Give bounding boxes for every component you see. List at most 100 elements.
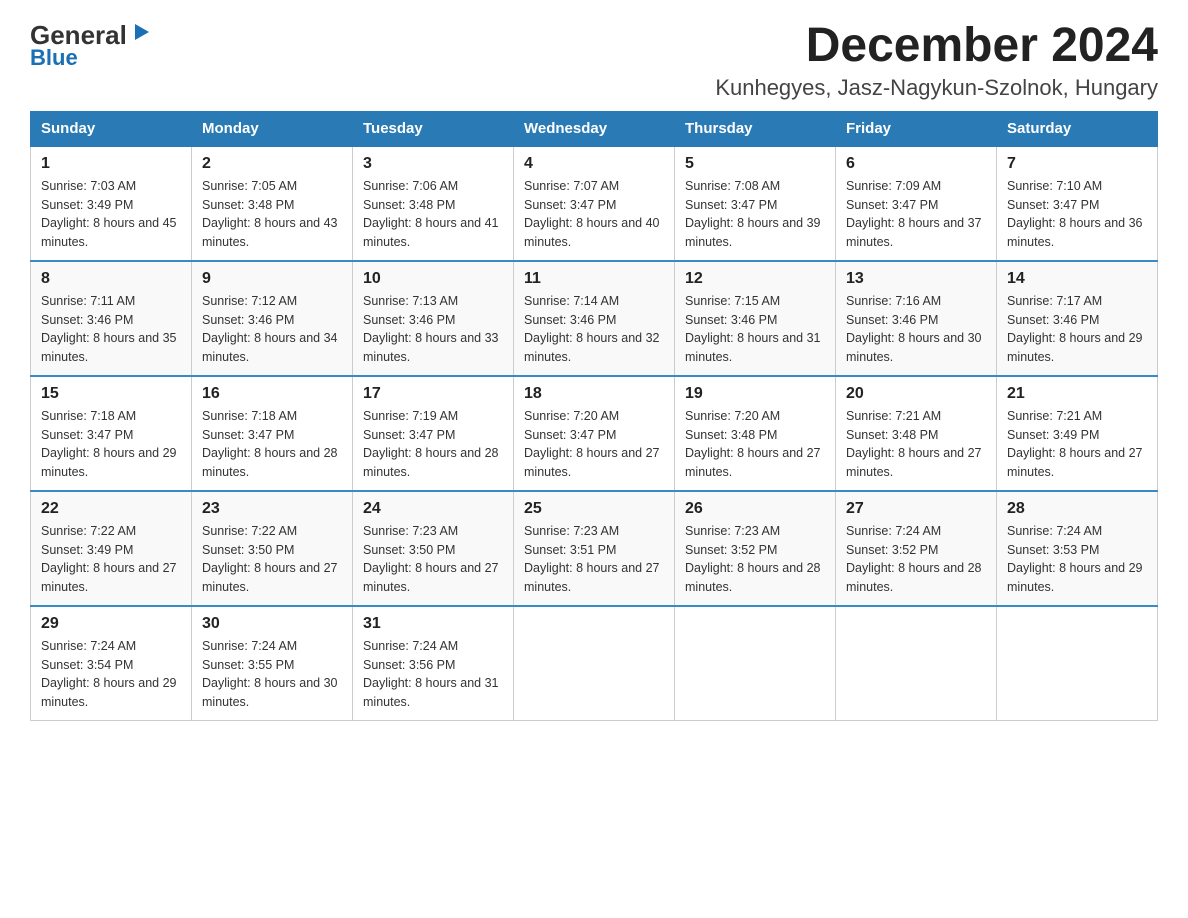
table-row: 17 Sunrise: 7:19 AMSunset: 3:47 PMDayligh… bbox=[353, 376, 514, 491]
table-row: 15 Sunrise: 7:18 AMSunset: 3:47 PMDayligh… bbox=[31, 376, 192, 491]
table-row: 21 Sunrise: 7:21 AMSunset: 3:49 PMDayligh… bbox=[997, 376, 1158, 491]
day-info: Sunrise: 7:20 AMSunset: 3:48 PMDaylight:… bbox=[685, 407, 825, 482]
day-info: Sunrise: 7:09 AMSunset: 3:47 PMDaylight:… bbox=[846, 177, 986, 252]
day-number: 2 bbox=[202, 155, 342, 173]
day-number: 21 bbox=[1007, 385, 1147, 403]
page-header: General Blue December 2024 Kunhegyes, Ja… bbox=[30, 20, 1158, 101]
day-info: Sunrise: 7:24 AMSunset: 3:54 PMDaylight:… bbox=[41, 637, 181, 712]
day-info: Sunrise: 7:18 AMSunset: 3:47 PMDaylight:… bbox=[202, 407, 342, 482]
day-info: Sunrise: 7:21 AMSunset: 3:49 PMDaylight:… bbox=[1007, 407, 1147, 482]
table-row: 5 Sunrise: 7:08 AMSunset: 3:47 PMDaylight… bbox=[675, 146, 836, 261]
day-number: 28 bbox=[1007, 500, 1147, 518]
table-row: 24 Sunrise: 7:23 AMSunset: 3:50 PMDayligh… bbox=[353, 491, 514, 606]
day-info: Sunrise: 7:15 AMSunset: 3:46 PMDaylight:… bbox=[685, 292, 825, 367]
day-number: 11 bbox=[524, 270, 664, 288]
day-number: 15 bbox=[41, 385, 181, 403]
day-info: Sunrise: 7:23 AMSunset: 3:50 PMDaylight:… bbox=[363, 522, 503, 597]
day-number: 5 bbox=[685, 155, 825, 173]
table-row: 18 Sunrise: 7:20 AMSunset: 3:47 PMDayligh… bbox=[514, 376, 675, 491]
table-row: 29 Sunrise: 7:24 AMSunset: 3:54 PMDayligh… bbox=[31, 606, 192, 721]
table-row: 13 Sunrise: 7:16 AMSunset: 3:46 PMDayligh… bbox=[836, 261, 997, 376]
day-number: 31 bbox=[363, 615, 503, 633]
day-number: 23 bbox=[202, 500, 342, 518]
table-row: 8 Sunrise: 7:11 AMSunset: 3:46 PMDaylight… bbox=[31, 261, 192, 376]
table-row: 2 Sunrise: 7:05 AMSunset: 3:48 PMDaylight… bbox=[192, 146, 353, 261]
day-number: 10 bbox=[363, 270, 503, 288]
table-row bbox=[836, 606, 997, 721]
table-row: 22Sunrise: 7:22 AMSunset: 3:49 PMDayligh… bbox=[31, 491, 192, 606]
table-row: 1Sunrise: 7:03 AMSunset: 3:49 PMDaylight… bbox=[31, 146, 192, 261]
day-info: Sunrise: 7:24 AMSunset: 3:52 PMDaylight:… bbox=[846, 522, 986, 597]
day-number: 7 bbox=[1007, 155, 1147, 173]
day-number: 16 bbox=[202, 385, 342, 403]
day-info: Sunrise: 7:08 AMSunset: 3:47 PMDaylight:… bbox=[685, 177, 825, 252]
day-info: Sunrise: 7:22 AMSunset: 3:49 PMDaylight:… bbox=[41, 522, 181, 597]
table-row: 26 Sunrise: 7:23 AMSunset: 3:52 PMDayligh… bbox=[675, 491, 836, 606]
col-friday: Friday bbox=[836, 111, 997, 146]
day-number: 19 bbox=[685, 385, 825, 403]
table-row: 23 Sunrise: 7:22 AMSunset: 3:50 PMDayligh… bbox=[192, 491, 353, 606]
table-row: 27 Sunrise: 7:24 AMSunset: 3:52 PMDayligh… bbox=[836, 491, 997, 606]
day-info: Sunrise: 7:10 AMSunset: 3:47 PMDaylight:… bbox=[1007, 177, 1147, 252]
day-info: Sunrise: 7:16 AMSunset: 3:46 PMDaylight:… bbox=[846, 292, 986, 367]
table-row: 10 Sunrise: 7:13 AMSunset: 3:46 PMDayligh… bbox=[353, 261, 514, 376]
day-info: Sunrise: 7:20 AMSunset: 3:47 PMDaylight:… bbox=[524, 407, 664, 482]
day-number: 25 bbox=[524, 500, 664, 518]
table-row: 19 Sunrise: 7:20 AMSunset: 3:48 PMDayligh… bbox=[675, 376, 836, 491]
table-row: 9 Sunrise: 7:12 AMSunset: 3:46 PMDaylight… bbox=[192, 261, 353, 376]
col-wednesday: Wednesday bbox=[514, 111, 675, 146]
table-row: 28 Sunrise: 7:24 AMSunset: 3:53 PMDayligh… bbox=[997, 491, 1158, 606]
table-row: 31Sunrise: 7:24 AMSunset: 3:56 PMDayligh… bbox=[353, 606, 514, 721]
day-info: Sunrise: 7:06 AMSunset: 3:48 PMDaylight:… bbox=[363, 177, 503, 252]
day-info: Sunrise: 7:18 AMSunset: 3:47 PMDaylight:… bbox=[41, 407, 181, 482]
day-number: 30 bbox=[202, 615, 342, 633]
day-number: 14 bbox=[1007, 270, 1147, 288]
table-row bbox=[675, 606, 836, 721]
day-number: 8 bbox=[41, 270, 181, 288]
calendar-week-row: 8 Sunrise: 7:11 AMSunset: 3:46 PMDaylight… bbox=[31, 261, 1158, 376]
day-number: 4 bbox=[524, 155, 664, 173]
logo-text-general: General bbox=[30, 22, 127, 48]
table-row: 25 Sunrise: 7:23 AMSunset: 3:51 PMDayligh… bbox=[514, 491, 675, 606]
day-info: Sunrise: 7:12 AMSunset: 3:46 PMDaylight:… bbox=[202, 292, 342, 367]
day-number: 12 bbox=[685, 270, 825, 288]
day-info: Sunrise: 7:21 AMSunset: 3:48 PMDaylight:… bbox=[846, 407, 986, 482]
day-number: 27 bbox=[846, 500, 986, 518]
table-row: 20 Sunrise: 7:21 AMSunset: 3:48 PMDayligh… bbox=[836, 376, 997, 491]
col-sunday: Sunday bbox=[31, 111, 192, 146]
day-number: 13 bbox=[846, 270, 986, 288]
location-title: Kunhegyes, Jasz-Nagykun-Szolnok, Hungary bbox=[715, 75, 1158, 101]
day-info: Sunrise: 7:14 AMSunset: 3:46 PMDaylight:… bbox=[524, 292, 664, 367]
calendar-week-row: 1Sunrise: 7:03 AMSunset: 3:49 PMDaylight… bbox=[31, 146, 1158, 261]
col-thursday: Thursday bbox=[675, 111, 836, 146]
day-info: Sunrise: 7:13 AMSunset: 3:46 PMDaylight:… bbox=[363, 292, 503, 367]
day-number: 9 bbox=[202, 270, 342, 288]
day-info: Sunrise: 7:23 AMSunset: 3:52 PMDaylight:… bbox=[685, 522, 825, 597]
day-number: 26 bbox=[685, 500, 825, 518]
day-info: Sunrise: 7:17 AMSunset: 3:46 PMDaylight:… bbox=[1007, 292, 1147, 367]
day-info: Sunrise: 7:23 AMSunset: 3:51 PMDaylight:… bbox=[524, 522, 664, 597]
day-number: 20 bbox=[846, 385, 986, 403]
day-number: 17 bbox=[363, 385, 503, 403]
table-row: 4Sunrise: 7:07 AMSunset: 3:47 PMDaylight… bbox=[514, 146, 675, 261]
col-monday: Monday bbox=[192, 111, 353, 146]
day-number: 18 bbox=[524, 385, 664, 403]
day-info: Sunrise: 7:24 AMSunset: 3:53 PMDaylight:… bbox=[1007, 522, 1147, 597]
day-info: Sunrise: 7:19 AMSunset: 3:47 PMDaylight:… bbox=[363, 407, 503, 482]
day-number: 24 bbox=[363, 500, 503, 518]
calendar-week-row: 15 Sunrise: 7:18 AMSunset: 3:47 PMDayligh… bbox=[31, 376, 1158, 491]
day-info: Sunrise: 7:05 AMSunset: 3:48 PMDaylight:… bbox=[202, 177, 342, 252]
table-row: 16 Sunrise: 7:18 AMSunset: 3:47 PMDayligh… bbox=[192, 376, 353, 491]
day-info: Sunrise: 7:22 AMSunset: 3:50 PMDaylight:… bbox=[202, 522, 342, 597]
day-info: Sunrise: 7:24 AMSunset: 3:55 PMDaylight:… bbox=[202, 637, 342, 712]
day-number: 29 bbox=[41, 615, 181, 633]
table-row: 11 Sunrise: 7:14 AMSunset: 3:46 PMDayligh… bbox=[514, 261, 675, 376]
table-row: 7 Sunrise: 7:10 AMSunset: 3:47 PMDaylight… bbox=[997, 146, 1158, 261]
day-info: Sunrise: 7:11 AMSunset: 3:46 PMDaylight:… bbox=[41, 292, 181, 367]
table-row: 3 Sunrise: 7:06 AMSunset: 3:48 PMDaylight… bbox=[353, 146, 514, 261]
col-tuesday: Tuesday bbox=[353, 111, 514, 146]
table-row bbox=[514, 606, 675, 721]
table-row: 30 Sunrise: 7:24 AMSunset: 3:55 PMDayligh… bbox=[192, 606, 353, 721]
month-title: December 2024 bbox=[715, 20, 1158, 73]
day-number: 3 bbox=[363, 155, 503, 173]
